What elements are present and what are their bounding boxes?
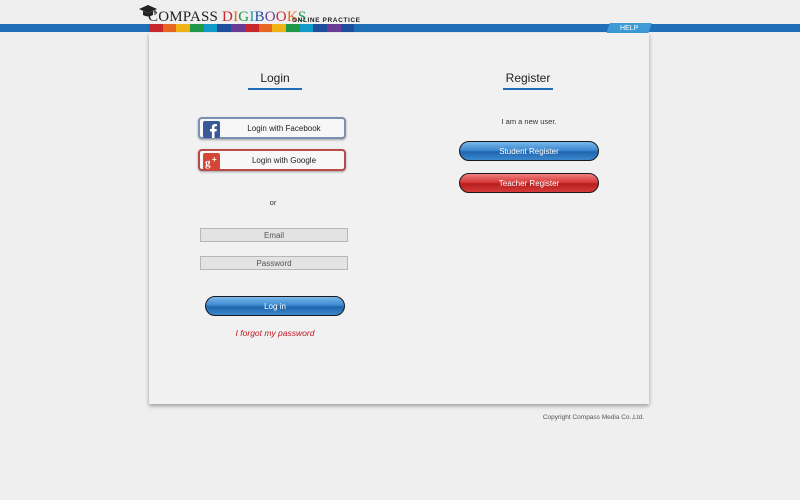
google-login-label: Login with Google (251, 156, 317, 165)
facebook-login-button[interactable]: Login with Facebook (198, 117, 346, 139)
new-user-text: I am a new user. (501, 117, 557, 126)
svg-text:+: + (212, 155, 217, 164)
facebook-icon (203, 121, 220, 138)
or-divider: or (269, 198, 277, 207)
header-bar (0, 24, 800, 32)
color-strip-segment (340, 24, 355, 32)
password-field[interactable] (200, 256, 348, 270)
brand-subtitle: ONLINE PRACTICE (292, 17, 361, 24)
header: COMPASS DIGIBOOKS ONLINE PRACTICE HELP (0, 0, 800, 34)
login-title-underline (248, 88, 302, 90)
student-register-button[interactable]: Student Register (459, 141, 599, 161)
brand-name: COMPASS DIGIBOOKS (148, 9, 307, 25)
login-button[interactable]: Log in (205, 296, 345, 316)
email-field[interactable] (200, 228, 348, 242)
google-plus-icon: g + (203, 153, 220, 170)
color-strip-segment (326, 24, 341, 32)
color-strip-segment (313, 24, 327, 32)
login-card: Login Login with Facebook g + Login with… (149, 33, 649, 404)
teacher-register-button[interactable]: Teacher Register (459, 173, 599, 193)
forgot-password-link[interactable]: I forgot my password (209, 328, 341, 338)
register-title: Register (503, 71, 553, 90)
svg-text:g: g (205, 157, 211, 169)
copyright-text: Copyright Compass Media Co.,Ltd. (542, 414, 644, 421)
login-title: Login (248, 71, 302, 90)
facebook-login-label: Login with Facebook (247, 124, 321, 133)
register-title-underline (503, 88, 553, 90)
google-login-button[interactable]: g + Login with Google (198, 149, 346, 171)
